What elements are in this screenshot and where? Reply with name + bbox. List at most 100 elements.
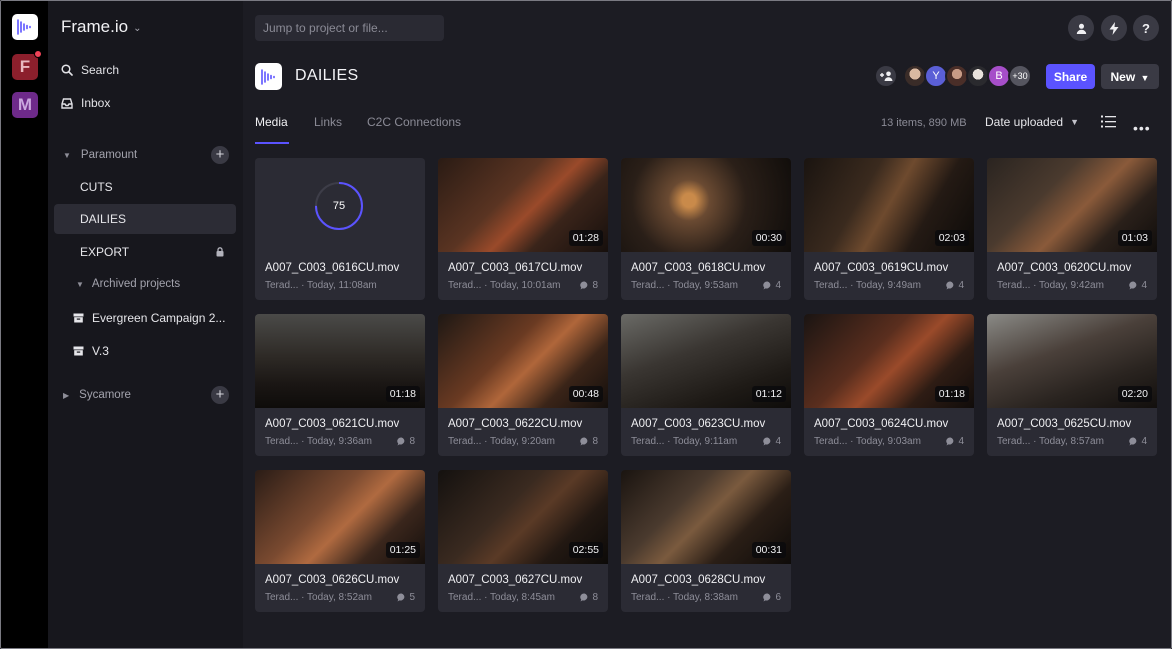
asset-card[interactable]: 01:03 A007_C003_0620CU.mov Terad... · Toda… [987,158,1157,300]
workspace-rail: F M [1,1,48,648]
comment-icon [580,281,588,290]
asset-card[interactable]: 01:18 A007_C003_0624CU.mov Terad... · Toda… [804,314,974,456]
asset-thumbnail[interactable]: 01:28 [438,158,608,252]
tab-c2c-connections[interactable]: C2C Connections [367,115,461,129]
asset-thumbnail[interactable]: 02:03 [804,158,974,252]
comment-count: 4 [763,436,781,447]
tab-media[interactable]: Media [255,115,288,129]
lightning-icon [1109,21,1119,35]
tab-links[interactable]: Links [314,115,342,129]
asset-thumbnail[interactable]: 01:12 [621,314,791,408]
archived-project-evergreen[interactable]: Evergreen Campaign 2... [73,311,225,325]
asset-card[interactable]: 00:48 A007_C003_0622CU.mov Terad... · Toda… [438,314,608,456]
asset-meta: Terad... · Today, 11:08am [265,280,377,291]
asset-meta: Terad... · Today, 9:20am [448,436,555,447]
comment-count-value: 5 [409,592,415,603]
archived-project-v3[interactable]: V.3 [73,344,109,358]
asset-thumbnail[interactable]: 02:20 [987,314,1157,408]
comment-icon [1129,281,1137,290]
avatar-initial: Y [932,70,940,82]
jump-search-input[interactable] [255,15,444,41]
help-button[interactable]: ? [1133,15,1159,41]
comment-count-value: 8 [592,592,598,603]
chevron-right-icon: ▶ [63,390,70,400]
duration-badge: 02:03 [934,230,969,246]
duration-badge: 01:28 [568,230,603,246]
avatar-initial: B [995,70,1003,82]
asset-thumbnail[interactable]: 00:31 [621,470,791,564]
asset-card[interactable]: 00:31 A007_C003_0628CU.mov Terad... · Toda… [621,470,791,612]
archived-label: Archived projects [91,278,181,290]
project-name: EXPORT [80,245,130,259]
list-view-icon[interactable] [1101,115,1116,128]
add-project-button[interactable]: + [211,386,229,404]
project-export[interactable]: EXPORT [54,237,236,267]
comment-count-value: 4 [958,280,964,291]
asset-card[interactable]: 01:28 A007_C003_0617CU.mov Terad... · Toda… [438,158,608,300]
comment-icon [763,593,771,602]
asset-card[interactable]: 02:20 A007_C003_0625CU.mov Terad... · Toda… [987,314,1157,456]
sidebar-search[interactable]: Search [61,63,119,77]
new-button-label: New [1110,69,1136,84]
team-name: Paramount [80,149,138,161]
chevron-down-icon: ▼ [1140,72,1150,83]
workspace-m[interactable]: M [12,92,38,118]
project-cuts[interactable]: CUTS [54,172,236,202]
search-icon [61,64,73,76]
asset-card[interactable]: 75 A007_C003_0616CU.mov Terad... · Today, … [255,158,425,300]
asset-name: A007_C003_0622CU.mov [448,418,583,430]
asset-card[interactable]: 01:12 A007_C003_0623CU.mov Terad... · Toda… [621,314,791,456]
user-icon [1076,23,1086,34]
asset-card[interactable]: 01:25 A007_C003_0626CU.mov Terad... · Toda… [255,470,425,612]
asset-meta: Terad... · Today, 8:45am [448,592,555,603]
archived-projects-toggle[interactable]: ▼ Archived projects [76,278,180,290]
account-switcher[interactable]: Frame.io ⌄ [61,17,141,37]
share-button[interactable]: Share [1046,64,1095,89]
asset-meta: Terad... · Today, 8:52am [265,592,372,603]
duration-badge: 02:55 [568,542,603,558]
workspace-letter: M [17,95,33,114]
archive-box-icon [73,346,84,356]
asset-card[interactable]: 02:55 A007_C003_0627CU.mov Terad... · Toda… [438,470,608,612]
asset-thumbnail[interactable]: 02:55 [438,470,608,564]
asset-thumbnail[interactable]: 01:18 [255,314,425,408]
workspace-frameio[interactable] [12,14,38,40]
asset-thumbnail[interactable]: 00:48 [438,314,608,408]
sort-dropdown[interactable]: Date uploaded ▼ [985,115,1079,129]
asset-card[interactable]: 02:03 A007_C003_0619CU.mov Terad... · Toda… [804,158,974,300]
project-dailies[interactable]: DAILIES [54,204,236,234]
asset-thumbnail[interactable]: 01:03 [987,158,1157,252]
asset-meta: Terad... · Today, 8:38am [631,592,738,603]
more-options-icon[interactable]: ••• [1133,120,1151,136]
comment-count: 8 [580,280,598,291]
asset-meta: Terad... · Today, 8:57am [997,436,1104,447]
frameio-logo-icon [260,68,275,85]
account-button[interactable] [1068,15,1094,41]
asset-thumbnail[interactable]: 01:18 [804,314,974,408]
sidebar-inbox-label: Inbox [81,96,111,110]
more-collaborators-badge[interactable]: +30 [1008,64,1032,88]
duration-badge: 01:18 [385,386,420,402]
add-project-button[interactable]: + [211,146,229,164]
invite-collaborator-button[interactable] [874,64,898,88]
sidebar-inbox[interactable]: Inbox [61,96,110,110]
asset-card[interactable]: 00:30 A007_C003_0618CU.mov Terad... · Toda… [621,158,791,300]
project-logo [255,63,282,90]
asset-name: A007_C003_0624CU.mov [814,418,949,430]
comment-count-value: 4 [1141,280,1147,291]
team-paramount[interactable]: ▼ Paramount [63,149,137,161]
asset-name: A007_C003_0620CU.mov [997,262,1132,274]
asset-thumbnail[interactable]: 00:30 [621,158,791,252]
workspace-f[interactable]: F [12,50,42,80]
new-button[interactable]: New ▼ [1101,64,1159,89]
asset-card[interactable]: 01:18 A007_C003_0621CU.mov Terad... · Toda… [255,314,425,456]
comment-icon [580,437,588,446]
asset-name: A007_C003_0616CU.mov [265,262,400,274]
duration-badge: 01:25 [385,542,420,558]
whats-new-button[interactable] [1101,15,1127,41]
comment-icon [763,281,771,290]
sidebar-search-label: Search [81,63,120,77]
asset-thumbnail[interactable]: 01:25 [255,470,425,564]
asset-name: A007_C003_0621CU.mov [265,418,400,430]
team-sycamore[interactable]: ▶ Sycamore [63,389,131,401]
